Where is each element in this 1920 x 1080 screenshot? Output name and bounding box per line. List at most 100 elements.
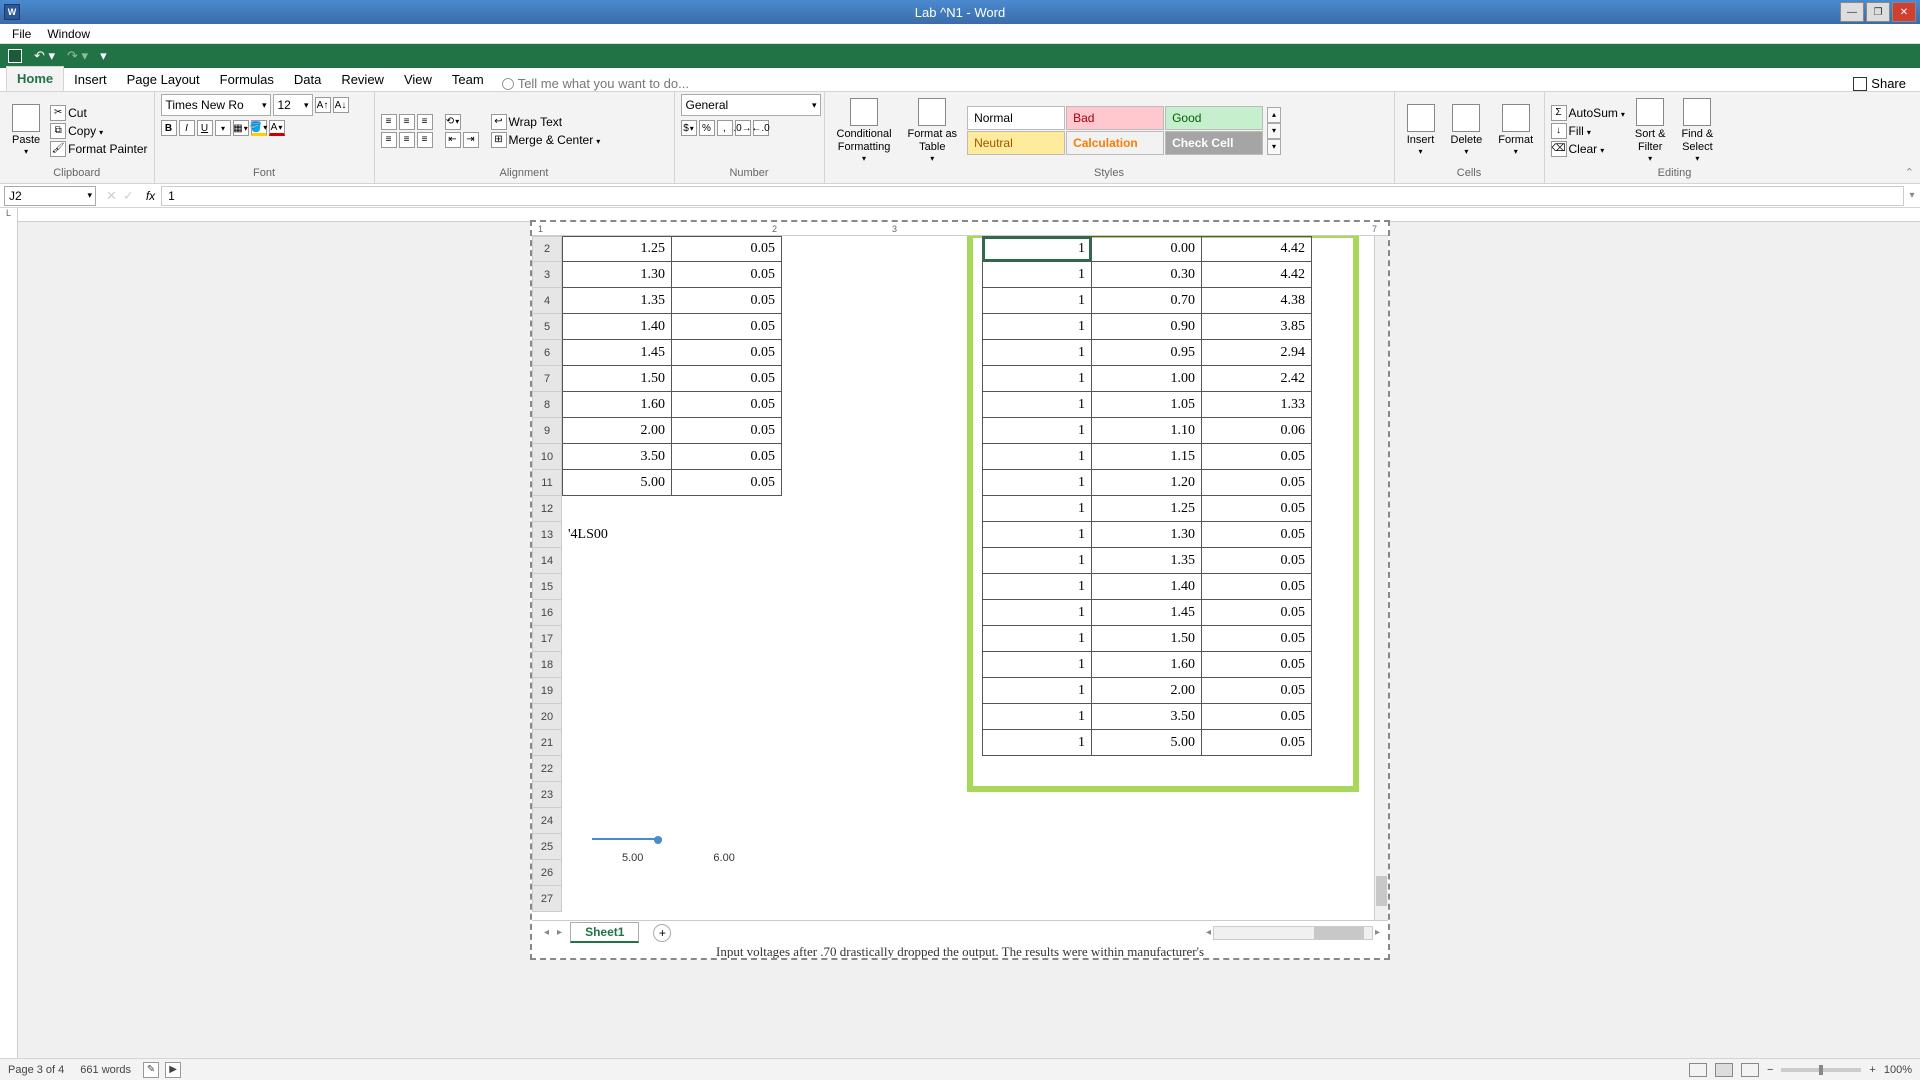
table-cell[interactable]: 1.45 — [562, 340, 672, 366]
table-cell[interactable]: 0.90 — [1092, 314, 1202, 340]
row-header[interactable]: 23 — [532, 782, 562, 808]
table-cell[interactable]: 1 — [982, 626, 1092, 652]
close-button[interactable]: ✕ — [1892, 2, 1916, 22]
table-cell[interactable]: 0.70 — [1092, 288, 1202, 314]
row-header[interactable]: 3 — [532, 262, 562, 288]
table-cell[interactable]: 0.05 — [1202, 522, 1312, 548]
table-cell[interactable]: 0.05 — [672, 470, 782, 496]
format-as-table-button[interactable]: Format as Table▾ — [902, 96, 964, 166]
table-cell[interactable]: 1.25 — [1092, 496, 1202, 522]
table-cell[interactable]: 1.10 — [1092, 418, 1202, 444]
table-cell[interactable]: 1.35 — [1092, 548, 1202, 574]
hscroll-right[interactable]: ▸ — [1375, 927, 1380, 938]
table-cell[interactable]: 0.05 — [1202, 678, 1312, 704]
hscroll-thumb[interactable] — [1314, 927, 1364, 939]
table-cell[interactable]: 1 — [982, 366, 1092, 392]
table-cell[interactable]: 1.30 — [562, 262, 672, 288]
redo-button[interactable]: ↷ ▾ — [67, 48, 88, 64]
table-cell[interactable]: 1 — [982, 288, 1092, 314]
sheet-nav-prev[interactable]: ◂ — [540, 927, 553, 938]
find-select-button[interactable]: Find & Select▾ — [1675, 96, 1719, 166]
comma-button[interactable]: , — [717, 120, 733, 136]
table-cell[interactable]: 0.05 — [1202, 652, 1312, 678]
underline-dd[interactable] — [215, 120, 231, 136]
table-cell[interactable]: 4.42 — [1202, 236, 1312, 262]
sheet-nav-next[interactable]: ▸ — [553, 927, 566, 938]
style-gallery-scroll[interactable]: ▴ ▾ ▾ — [1267, 107, 1281, 155]
horizontal-scrollbar[interactable] — [1213, 926, 1373, 940]
style-scroll-more[interactable]: ▾ — [1267, 139, 1281, 155]
merge-center-button[interactable]: ⊞Merge & Center — [491, 132, 601, 148]
view-read-mode[interactable] — [1689, 1063, 1707, 1077]
align-left[interactable]: ≡ — [381, 132, 397, 148]
table-cell[interactable]: 1.60 — [1092, 652, 1202, 678]
table-cell[interactable]: 0.95 — [1092, 340, 1202, 366]
collapse-ribbon-button[interactable]: ⌃ — [1905, 166, 1914, 179]
row-header[interactable]: 17 — [532, 626, 562, 652]
font-name-combo[interactable]: Times New Ro — [161, 94, 271, 116]
increase-decimal[interactable]: .0→ — [735, 120, 751, 136]
tab-pagelayout[interactable]: Page Layout — [117, 68, 210, 91]
style-good[interactable]: Good — [1165, 106, 1263, 130]
font-color-button[interactable]: A — [269, 120, 285, 136]
zoom-out-button[interactable]: − — [1767, 1064, 1773, 1076]
row-header[interactable]: 21 — [532, 730, 562, 756]
row-header[interactable]: 16 — [532, 600, 562, 626]
table-cell[interactable]: 1 — [982, 678, 1092, 704]
table-cell[interactable]: 1 — [982, 340, 1092, 366]
table-cell[interactable]: 1.35 — [562, 288, 672, 314]
delete-cells-button[interactable]: Delete▾ — [1445, 102, 1489, 159]
table-cell[interactable]: 5.00 — [1092, 730, 1202, 756]
table-cell[interactable]: 1.45 — [1092, 600, 1202, 626]
enter-formula-button[interactable]: ✓ — [123, 188, 134, 204]
italic-button[interactable]: I — [179, 120, 195, 136]
page-indicator[interactable]: Page 3 of 4 — [8, 1064, 64, 1076]
table-cell[interactable]: 1 — [982, 236, 1092, 262]
decrease-indent[interactable]: ⇤ — [445, 132, 461, 148]
table-cell[interactable]: 1 — [982, 392, 1092, 418]
table-cell[interactable]: 0.05 — [672, 392, 782, 418]
orientation-button[interactable]: ⟲ — [445, 114, 461, 130]
table-cell[interactable]: 1.50 — [1092, 626, 1202, 652]
cut-button[interactable]: ✂Cut — [50, 105, 147, 121]
table-cell[interactable]: 0.05 — [1202, 548, 1312, 574]
table-cell[interactable]: 0.05 — [672, 340, 782, 366]
zoom-slider[interactable] — [1781, 1068, 1861, 1072]
table-cell[interactable]: 4.38 — [1202, 288, 1312, 314]
fill-color-button[interactable]: 🪣 — [251, 120, 267, 136]
increase-indent[interactable]: ⇥ — [463, 132, 479, 148]
table-cell[interactable]: 1.40 — [1092, 574, 1202, 600]
row-header[interactable]: 27 — [532, 886, 562, 912]
increase-font-icon[interactable]: A↑ — [315, 97, 331, 113]
table-cell[interactable]: 0.05 — [1202, 496, 1312, 522]
word-count[interactable]: 661 words — [80, 1064, 131, 1076]
table-cell[interactable]: 3.50 — [562, 444, 672, 470]
accounting-button[interactable]: $ — [681, 120, 697, 136]
table-cell[interactable]: 2.00 — [1092, 678, 1202, 704]
wrap-text-button[interactable]: ↩Wrap Text — [491, 114, 601, 130]
table-cell[interactable]: 1.15 — [1092, 444, 1202, 470]
cancel-formula-button[interactable]: ✕ — [106, 188, 117, 204]
table-cell[interactable]: 1 — [982, 600, 1092, 626]
paste-button[interactable]: Paste▾ — [6, 102, 46, 159]
table-cell[interactable]: 1 — [982, 652, 1092, 678]
table-cell[interactable]: 1.25 — [562, 236, 672, 262]
align-middle[interactable]: ≡ — [399, 114, 415, 130]
tellme-search[interactable]: Tell me what you want to do... — [502, 76, 689, 91]
table-cell[interactable]: 1 — [982, 314, 1092, 340]
tab-home[interactable]: Home — [6, 66, 64, 91]
tab-formulas[interactable]: Formulas — [210, 68, 284, 91]
autosum-button[interactable]: ΣAutoSum — [1551, 105, 1625, 121]
formula-input[interactable]: 1 — [161, 186, 1904, 206]
table-cell[interactable]: 0.05 — [672, 236, 782, 262]
table-cell[interactable]: 0.05 — [672, 366, 782, 392]
share-button[interactable]: Share — [1853, 76, 1914, 91]
table-cell[interactable]: 0.06 — [1202, 418, 1312, 444]
embedded-worksheet[interactable]: 1 2 3 7 23456789101112131415161718192021… — [530, 220, 1390, 960]
zoom-level[interactable]: 100% — [1884, 1064, 1912, 1076]
row-header[interactable]: 8 — [532, 392, 562, 418]
align-right[interactable]: ≡ — [417, 132, 433, 148]
view-web-layout[interactable] — [1741, 1063, 1759, 1077]
row-header[interactable]: 14 — [532, 548, 562, 574]
table-cell[interactable]: 0.00 — [1092, 236, 1202, 262]
